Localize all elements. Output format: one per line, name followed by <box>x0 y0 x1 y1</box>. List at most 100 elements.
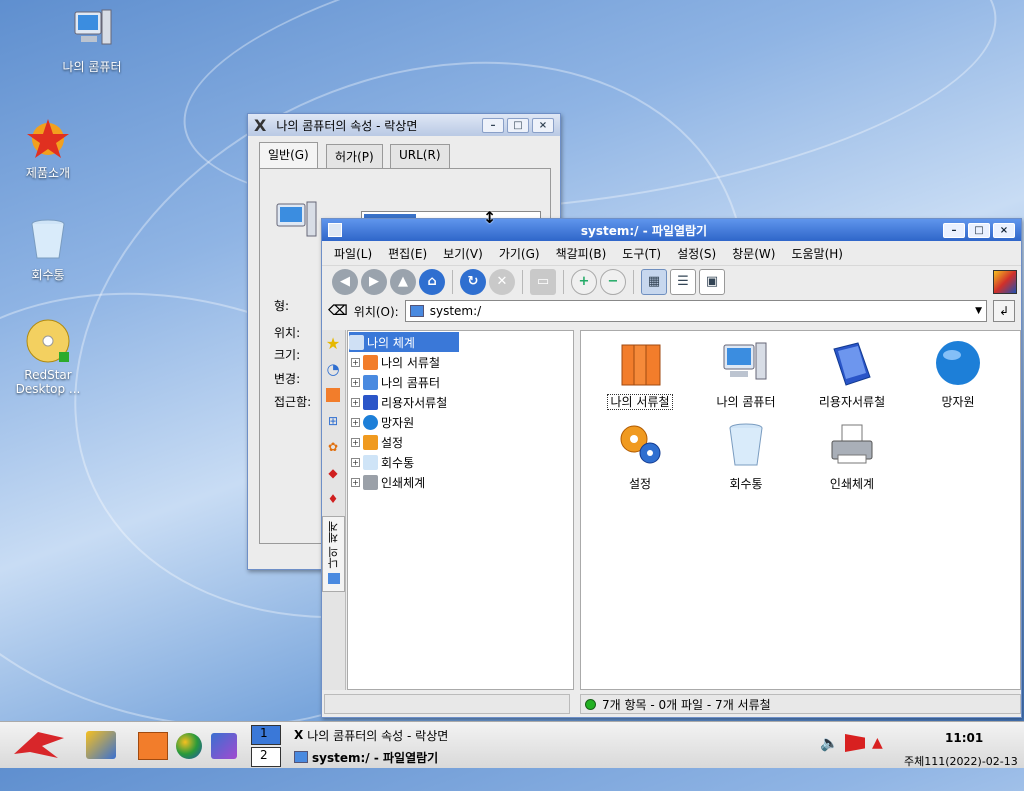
menu-view[interactable]: 보기(V) <box>435 245 491 262</box>
menu-edit[interactable]: 편집(E) <box>380 245 435 262</box>
computer-icon <box>722 339 770 387</box>
tree-label: 회수통 <box>381 455 415 470</box>
bookmarks-tab-icon[interactable]: ★ <box>322 330 344 356</box>
forward-icon[interactable]: ▶ <box>361 268 387 295</box>
folder-launcher-icon[interactable] <box>138 732 168 760</box>
item-user-folders[interactable]: 리용자서류철 <box>802 339 902 410</box>
taskbar: 1 2 X 나의 콤퓨터의 속성 - 락상면 system:/ - 파일열람기 … <box>0 721 1024 768</box>
dropdown-arrow-icon[interactable]: ▼ <box>975 306 982 316</box>
back-icon[interactable]: ◀ <box>332 268 358 295</box>
menu-help[interactable]: 도움말(H) <box>783 245 851 262</box>
start-menu-button[interactable] <box>8 728 70 762</box>
menu-file[interactable]: 파일(L) <box>326 245 380 262</box>
tree-item-trash[interactable]: + 회수통 <box>349 452 572 472</box>
expand-icon[interactable]: + <box>351 417 360 427</box>
browser-launcher-icon[interactable] <box>176 733 202 759</box>
globe-icon <box>363 414 378 430</box>
pager-desktop-1[interactable]: 1 <box>251 725 281 745</box>
tree-item-my-documents[interactable]: + 나의 서류철 <box>349 352 572 372</box>
home-icon[interactable]: ⌂ <box>419 268 445 295</box>
task-file-manager[interactable]: system:/ - 파일열람기 <box>294 748 438 766</box>
desktop-icon-product-intro[interactable]: 제품소개 <box>0 114 96 181</box>
zoom-out-icon[interactable]: − <box>600 268 626 295</box>
x-logo-icon: X <box>254 115 267 135</box>
tree-root[interactable]: 나의 체계 <box>349 332 459 352</box>
trash-icon <box>722 421 770 469</box>
tree-panel: 나의 체계 + 나의 서류철 + 나의 콤퓨터 + 리용자서류철 + 망자원 + 설정 +… <box>347 330 574 690</box>
expand-icon[interactable]: + <box>351 457 360 467</box>
network-tab-icon[interactable]: ⊞ <box>322 408 344 434</box>
menu-settings[interactable]: 설정(S) <box>669 245 724 262</box>
go-button[interactable]: ↲ <box>993 300 1015 322</box>
desktop-icon-label: 나의 콤퓨터 <box>62 60 122 74</box>
desktop-icon-my-computer[interactable]: 나의 콤퓨터 <box>44 8 140 75</box>
properties-titlebar[interactable]: X 나의 콤퓨터의 속성 - 락상면 – □ × <box>248 114 560 136</box>
menu-bookmarks[interactable]: 책갈피(B) <box>548 245 615 262</box>
window-title: 나의 콤퓨터의 속성 - 락상면 <box>276 118 418 133</box>
task-properties[interactable]: X 나의 콤퓨터의 속성 - 락상면 <box>294 726 448 744</box>
tree-item-user-folders[interactable]: + 리용자서류철 <box>349 392 572 412</box>
menu-window[interactable]: 창문(W) <box>724 245 783 262</box>
menu-tools[interactable]: 도구(T) <box>614 245 669 262</box>
computer-icon <box>294 751 308 763</box>
file-manager-titlebar[interactable]: system:/ - 파일열람기 – □ × <box>322 219 1021 241</box>
menu-go[interactable]: 가기(G) <box>491 245 548 262</box>
tree-label: 나의 체계 <box>367 335 415 350</box>
item-network[interactable]: 망자원 <box>908 339 1008 410</box>
item-my-computer[interactable]: 나의 콤퓨터 <box>696 339 796 410</box>
zoom-in-icon[interactable]: + <box>571 268 597 295</box>
item-label: 나의 콤퓨터 <box>716 395 776 409</box>
expand-icon[interactable]: + <box>351 437 360 447</box>
media-tab-icon[interactable]: ♦ <box>322 486 344 512</box>
print-icon[interactable]: ▭ <box>530 268 556 295</box>
tree-item-printers[interactable]: + 인쇄체계 <box>349 472 572 492</box>
computer-icon <box>69 8 115 54</box>
expand-icon[interactable]: + <box>351 477 360 487</box>
root-tab-icon[interactable]: ◆ <box>322 460 344 486</box>
stop-icon[interactable]: ✕ <box>489 268 515 295</box>
close-button[interactable]: × <box>993 222 1015 238</box>
pager-desktop-2[interactable]: 2 <box>251 747 281 767</box>
toolbar-separator <box>452 269 453 294</box>
edit-tool-icon[interactable] <box>86 731 116 759</box>
icon-view-icon[interactable]: ▦ <box>641 268 667 295</box>
desktop-icon-trash[interactable]: 회수통 <box>0 216 96 283</box>
item-trash[interactable]: 회수통 <box>696 421 796 492</box>
reload-icon[interactable]: ↻ <box>460 268 486 295</box>
flag-icon[interactable] <box>845 734 865 752</box>
tab-permissions[interactable]: 허가(P) <box>326 144 383 168</box>
detail-view-icon[interactable]: ☰ <box>670 268 696 295</box>
home-folder-tab-icon[interactable] <box>322 382 344 408</box>
item-my-documents[interactable]: 나의 서류철 <box>590 339 690 410</box>
tree-item-my-computer[interactable]: + 나의 콤퓨터 <box>349 372 572 392</box>
close-button[interactable]: × <box>532 117 554 133</box>
location-input[interactable]: system:/ ▼ <box>404 300 987 322</box>
maximize-button[interactable]: □ <box>507 117 529 133</box>
services-tab-icon[interactable]: ✿ <box>322 434 344 460</box>
minimize-button[interactable]: – <box>943 222 965 238</box>
tab-url[interactable]: URL(R) <box>390 144 450 168</box>
file-manager-window[interactable]: system:/ - 파일열람기 – □ × 파일(L) 편집(E) 보기(V)… <box>321 218 1022 718</box>
date: 주체111(2022)-02-13 <box>904 755 1018 768</box>
minimize-button[interactable]: – <box>482 117 504 133</box>
tab-general[interactable]: 일반(G) <box>259 142 318 168</box>
clock[interactable]: 11:01 <box>945 731 983 745</box>
preview-view-icon[interactable]: ▣ <box>699 268 725 295</box>
expand-icon[interactable]: + <box>351 377 360 387</box>
history-tab-icon[interactable]: ◔ <box>322 356 344 382</box>
tree-item-settings[interactable]: + 설정 <box>349 432 572 452</box>
desktop-icon-redstar-desktop[interactable]: RedStar Desktop ... <box>0 318 96 396</box>
volume-muted-icon[interactable]: 🔈 <box>820 734 840 754</box>
tray-star-icon[interactable]: ▲ <box>872 735 883 751</box>
side-tab-system[interactable]: 나의 체계 <box>322 516 345 592</box>
expand-icon[interactable]: + <box>351 397 360 407</box>
item-printers[interactable]: 인쇄체계 <box>802 421 902 492</box>
maximize-button[interactable]: □ <box>968 222 990 238</box>
clear-location-icon[interactable]: ⌫ <box>328 303 348 319</box>
expand-icon[interactable]: + <box>351 357 360 367</box>
item-settings[interactable]: 설정 <box>590 421 690 492</box>
tree-label: 망자원 <box>381 415 415 430</box>
tree-item-network[interactable]: + 망자원 <box>349 412 572 432</box>
up-icon[interactable]: ▲ <box>390 268 416 295</box>
media-launcher-icon[interactable] <box>211 733 237 759</box>
